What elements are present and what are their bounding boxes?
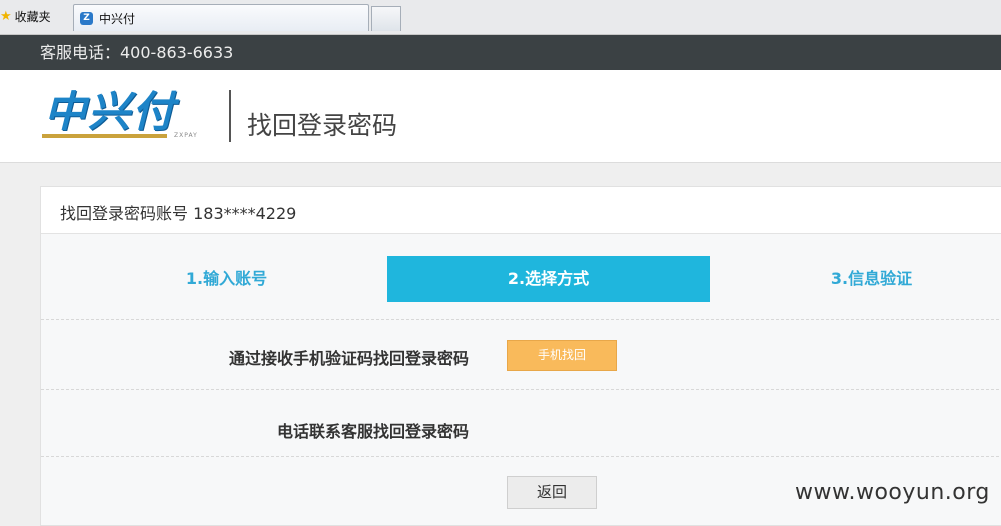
option-row-sms: 通过接收手机验证码找回登录密码 手机找回 (41, 319, 1001, 390)
step-input-account: 1.输入账号 (185, 269, 268, 288)
logo-subtext: ZXPAY (174, 132, 198, 139)
service-option-label: 电话联系客服找回登录密码 (276, 422, 469, 441)
watermark: www.wooyun.org (795, 480, 990, 505)
page-title: 找回登录密码 (247, 111, 398, 140)
service-bar: 客服电话：400-863-6633 (0, 35, 1001, 70)
account-label: 找回登录密码账号 183****4229 (60, 204, 297, 223)
star-icon: ★ (0, 8, 12, 24)
logo-underline (42, 134, 167, 138)
new-tab-button[interactable] (371, 6, 401, 31)
browser-tab[interactable]: Z 中兴付 (73, 4, 369, 31)
card-header: 找回登录密码账号 183****4229 (41, 187, 1001, 234)
step-choose-method: 2.选择方式 (387, 256, 710, 302)
phone-recovery-button[interactable]: 手机找回 (507, 340, 617, 371)
step-verify-info: 3.信息验证 (830, 269, 913, 288)
site-header: 中兴付 ZXPAY 找回登录密码 (0, 70, 1001, 163)
logo-text: 中兴付 (44, 87, 177, 136)
favorites-label: 收藏夹 (14, 9, 51, 24)
service-phone: 客服电话：400-863-6633 (40, 43, 234, 62)
step-indicator: 1.输入账号 2.选择方式 3.信息验证 (41, 233, 1001, 320)
browser-chrome: ★ 收藏夹 Z 中兴付 (0, 0, 1001, 35)
back-button[interactable]: 返回 (507, 476, 597, 509)
zxpay-logo[interactable]: 中兴付 ZXPAY (42, 88, 222, 144)
header-divider (229, 90, 231, 142)
sms-option-label: 通过接收手机验证码找回登录密码 (228, 349, 469, 368)
tab-title: 中兴付 (99, 11, 136, 26)
favorites-bar-item[interactable]: ★ 收藏夹 (0, 5, 51, 27)
site-favicon-icon: Z (80, 11, 93, 25)
recovery-card: 找回登录密码账号 183****4229 1.输入账号 2.选择方式 3.信息验… (40, 186, 1001, 526)
option-row-service: 电话联系客服找回登录密码 (41, 390, 1001, 457)
